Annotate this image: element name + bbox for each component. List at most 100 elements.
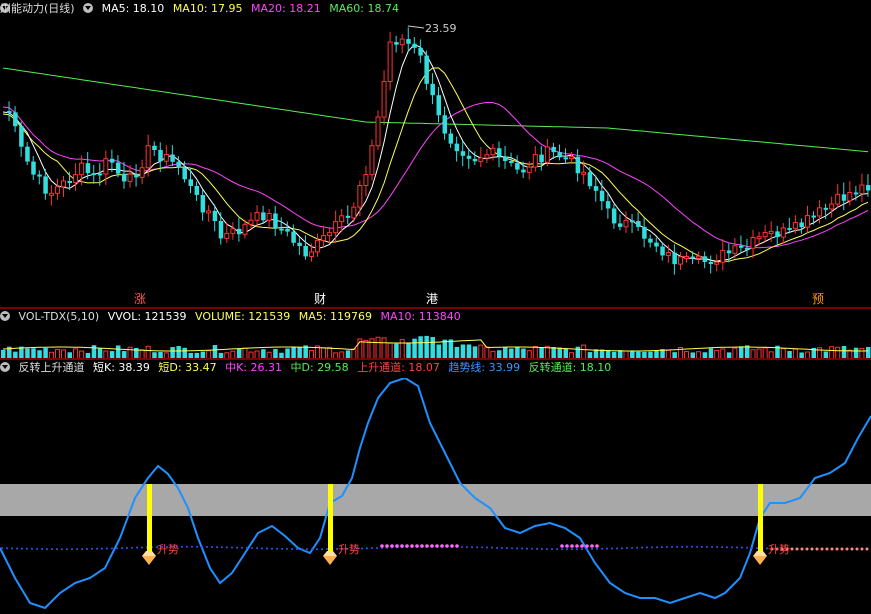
indicator-menu-icon[interactable] (0, 362, 10, 372)
baseline-dot (571, 548, 573, 551)
volume-bar (581, 344, 587, 359)
baseline-dot (36, 547, 38, 550)
volume-bar (448, 339, 454, 359)
baseline-dot (526, 547, 528, 550)
signal-dot (415, 544, 419, 548)
candle-up (79, 162, 85, 176)
candle-down (515, 163, 520, 170)
baseline-dot (326, 548, 328, 551)
baseline-dot (231, 546, 233, 549)
candle-down (285, 228, 290, 232)
baseline-dot (666, 546, 668, 549)
buy-signal-bar (328, 484, 333, 554)
candle-down (509, 161, 514, 164)
candle-up (206, 210, 212, 214)
signal-dot (410, 544, 414, 548)
candle-down (611, 208, 617, 224)
signal-dot (830, 547, 834, 551)
volume-bar (460, 344, 466, 359)
baseline-dot (371, 547, 373, 550)
signal-dot (405, 544, 409, 548)
baseline-dot (1, 547, 3, 550)
baseline-dot (741, 546, 743, 549)
signal-dot (425, 544, 429, 548)
baseline-dot (556, 548, 558, 551)
baseline-dot (731, 546, 733, 549)
signal-dot (400, 544, 404, 548)
candle-up (73, 174, 79, 183)
indicator-title[interactable]: 反转上升通道 (19, 361, 85, 374)
baseline-dot (361, 547, 363, 550)
baseline-dot (581, 548, 583, 551)
baseline-dot (301, 548, 303, 551)
candle-up (835, 193, 841, 205)
volume-menu-icon[interactable] (0, 311, 10, 321)
volume-bar (115, 345, 121, 359)
baseline-dot (126, 546, 128, 549)
candle-down (212, 210, 218, 222)
candle-up (526, 166, 532, 173)
candle-down (593, 186, 599, 191)
buy-signal-bar (147, 484, 152, 554)
baseline-dot (56, 548, 58, 551)
baseline-dot (681, 545, 683, 548)
event-marker[interactable]: 港 (426, 292, 438, 306)
stock-title[interactable]: 川能动力(日线) (0, 2, 75, 15)
volume-title[interactable]: VOL-TDX(5,10) (19, 310, 100, 323)
signal-dot (450, 544, 454, 548)
candle-down (460, 151, 466, 156)
baseline-dot (296, 548, 298, 551)
candle-up (399, 38, 405, 46)
candle-down (472, 158, 478, 162)
candle-down (109, 158, 115, 163)
baseline-dot (476, 546, 478, 549)
baseline-dot (6, 547, 8, 550)
candle-down (775, 231, 780, 238)
candle-up (478, 157, 484, 162)
candle-down (799, 222, 804, 228)
baseline-dot (21, 547, 23, 550)
price-chart[interactable]: 23.59 涨 财 港 预 (0, 18, 871, 308)
candle-down (7, 110, 12, 113)
event-marker[interactable]: 财 (314, 292, 326, 306)
baseline-dot (216, 546, 218, 549)
candle-up (230, 228, 236, 234)
signal-dot (800, 547, 804, 551)
candle-up (163, 154, 169, 162)
baseline-dot (131, 546, 133, 549)
baseline-dot (506, 547, 508, 550)
event-marker[interactable]: 预 (812, 292, 824, 306)
volume-chart[interactable] (0, 327, 871, 359)
volume-bar (442, 339, 448, 359)
baseline-dot (686, 545, 688, 548)
baseline-dot (61, 548, 63, 551)
candle-up (804, 215, 810, 228)
signal-dot (790, 547, 794, 551)
signal-dot (865, 547, 869, 551)
baseline-dot (46, 548, 48, 551)
candle-up (60, 180, 66, 188)
candle-up (750, 236, 756, 249)
candle-down (853, 192, 859, 195)
baseline-dot (631, 546, 633, 549)
peak-price-label: 23.59 (425, 22, 457, 35)
volume-bar (430, 337, 435, 359)
short-d-readout: 短D: 33.47 (158, 361, 217, 374)
event-marker[interactable]: 涨 (134, 291, 146, 306)
baseline-dot (696, 545, 698, 548)
baseline-dot (576, 548, 578, 551)
candle-down (672, 252, 677, 265)
candle-down (91, 173, 97, 176)
candle-down (121, 173, 127, 182)
candle-down (503, 156, 508, 162)
signal-dot (820, 547, 824, 551)
ma-menu-icon[interactable] (83, 3, 94, 13)
baseline-dot (551, 548, 553, 551)
baseline-dot (86, 547, 88, 550)
baseline-dot (471, 546, 473, 549)
baseline-dot (491, 546, 493, 549)
diamond-icon (142, 556, 156, 565)
baseline-dot (511, 547, 513, 550)
indicator-chart[interactable]: 升势 升势 升势 (0, 378, 871, 614)
volume-bar (212, 345, 218, 359)
